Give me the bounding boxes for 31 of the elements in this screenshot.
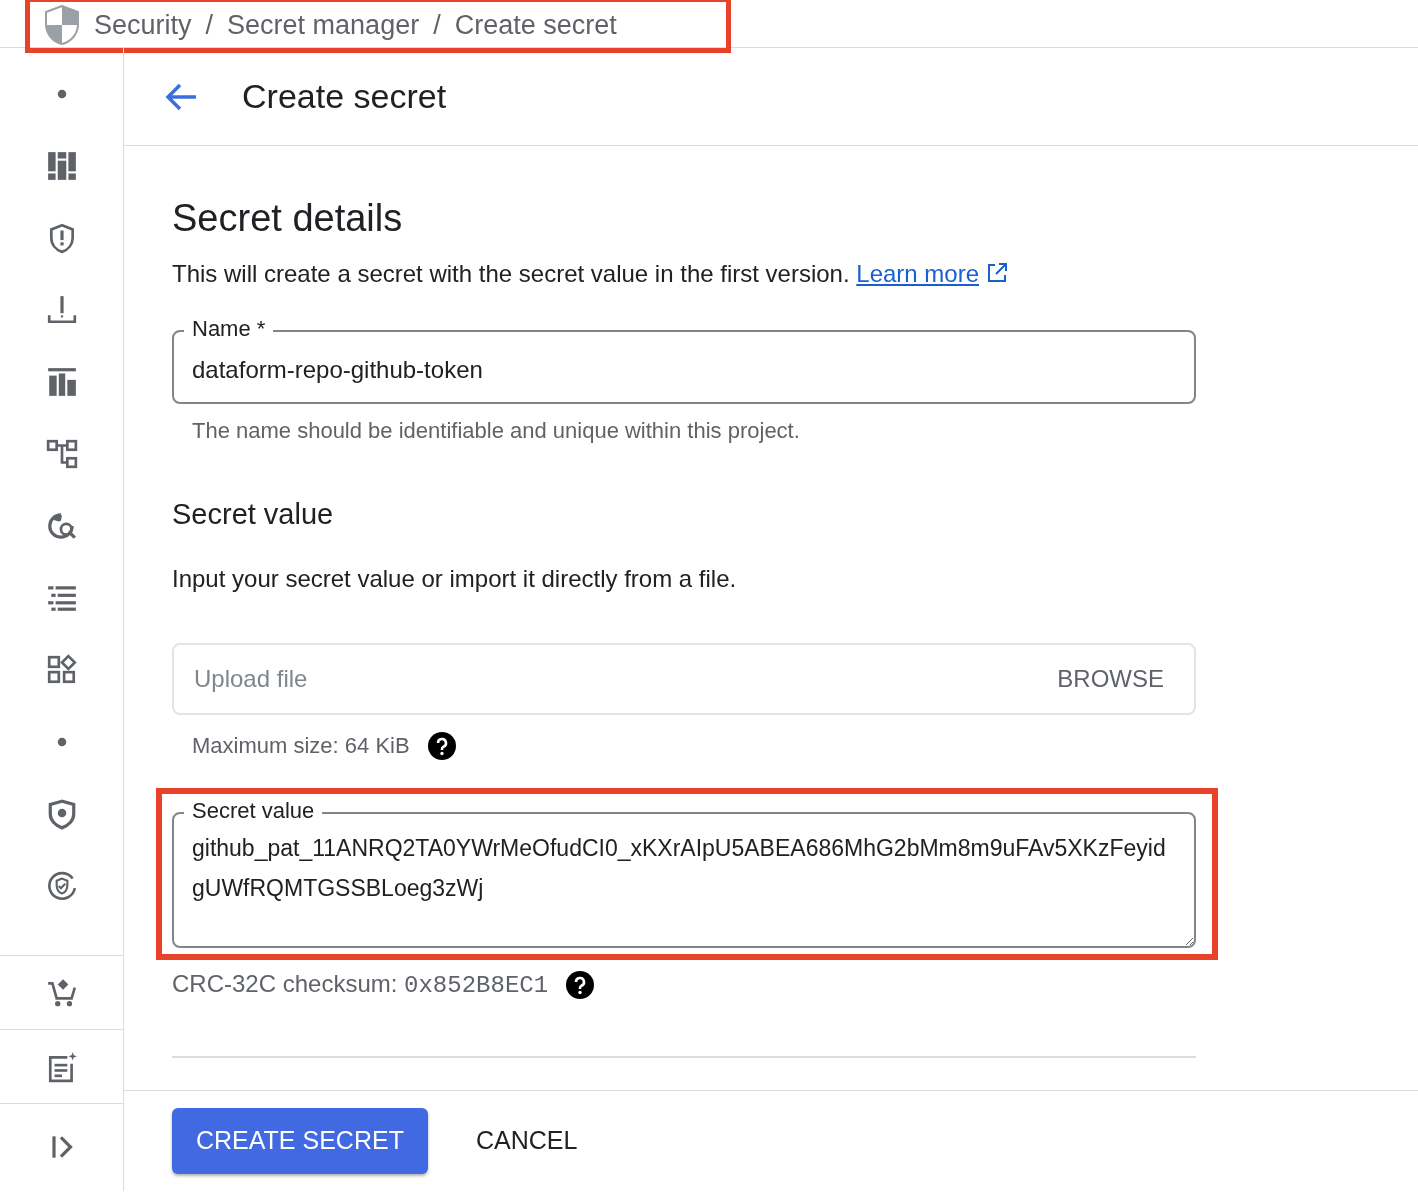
description-text: Input your secret value or import it directly from a file. [172,564,738,595]
create-button[interactable]: CREATE SECRET [172,1108,428,1174]
breadcrumb-separator: / [433,8,441,42]
upload-field[interactable]: Upload file BROWSE [172,643,1196,716]
help-icon[interactable] [427,731,456,760]
back-arrow-icon[interactable] [164,81,198,112]
breadcrumb-separator: / [205,8,214,42]
hierarchy-icon[interactable] [45,438,78,470]
upload-input[interactable]: Upload file [192,660,1058,699]
help-icon[interactable] [566,971,595,1000]
breadcrumb-link[interactable]: Security [94,4,192,46]
external-link-icon[interactable] [985,261,1008,284]
widgets-icon[interactable] [45,654,78,686]
section-heading: Secret value [172,496,335,532]
browse-button[interactable]: BROWSE [1057,661,1164,698]
tray-icon[interactable] [45,294,78,326]
breadcrumb-link[interactable]: Secret manager [227,4,420,46]
globe-search-icon[interactable] [45,510,78,542]
shield-icon [44,5,80,45]
learn-more-link[interactable]: Learn more [856,259,979,287]
section-heading: Secret details [172,196,404,241]
dashboard-icon[interactable] [45,150,78,182]
shield-refresh-icon[interactable] [45,870,78,902]
description-text: This will create a secret with the secret value in the first version. Learn more [172,255,1244,292]
checksum-text: CRC-32C checksum: 0x852B8EC1 [172,969,549,1002]
breadcrumb-link[interactable]: Create secret [454,4,617,46]
page-title: Create secret [242,76,447,117]
cancel-button[interactable]: CANCEL [475,1108,578,1174]
field-hint: The name should be identifiable and unique within this project. [192,416,801,445]
field-hint: Maximum size: 64 KiB [192,732,410,761]
bar-chart-icon[interactable] [45,366,78,398]
